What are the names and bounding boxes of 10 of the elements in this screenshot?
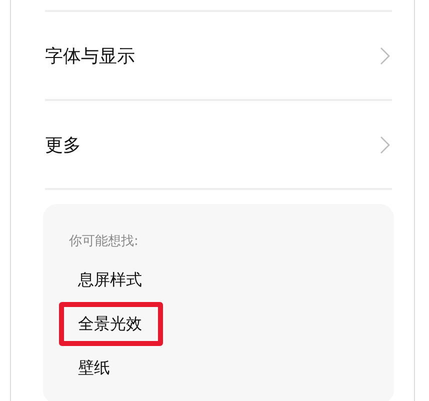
chevron-right-icon <box>380 136 390 154</box>
suggestion-link[interactable]: 壁纸 <box>59 346 131 390</box>
suggestion-link[interactable]: 息屏样式 <box>59 258 163 302</box>
settings-row[interactable]: 更多 <box>33 101 394 188</box>
suggestions-heading: 你可能想找: <box>69 233 138 250</box>
suggestion-link[interactable]: 全景光效 <box>59 302 163 346</box>
row-label: 字体与显示 <box>45 44 135 68</box>
chevron-right-icon <box>380 46 390 64</box>
row-label: 更多 <box>45 134 81 156</box>
settings-row[interactable]: 字体与显示 <box>33 12 394 99</box>
